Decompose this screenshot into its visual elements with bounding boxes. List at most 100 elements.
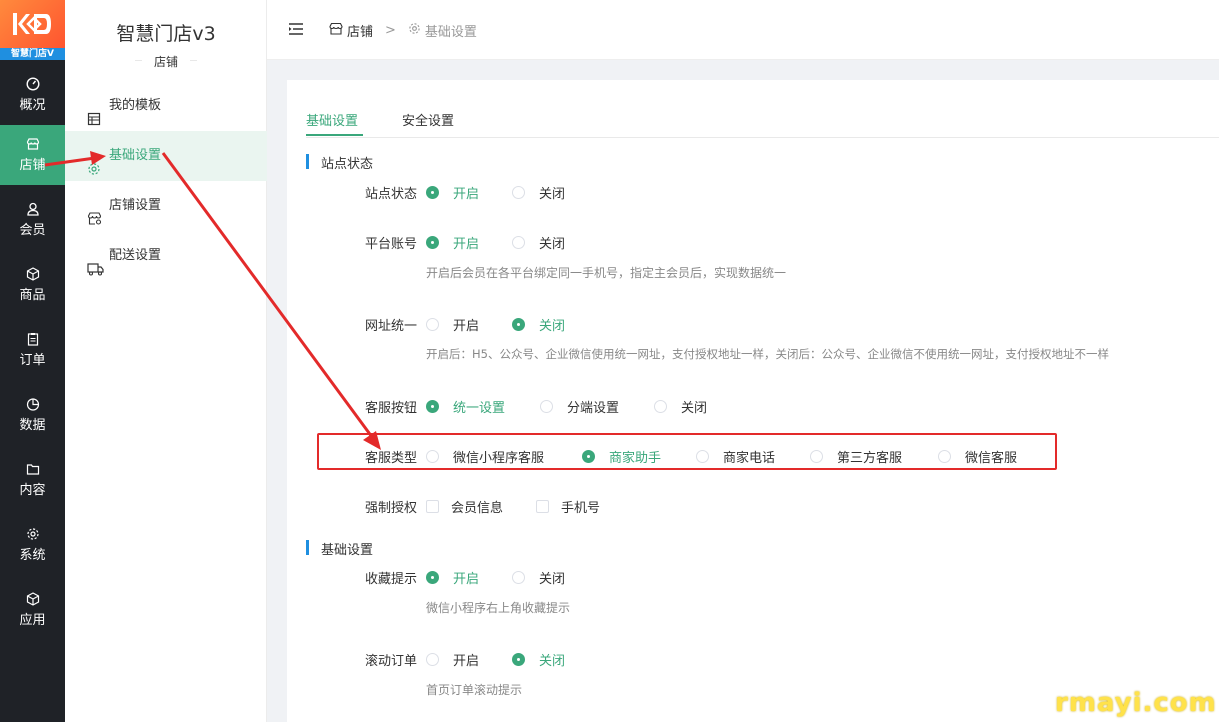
field-hint: 开启后：H5、公众号、企业微信使用统一网址，支付授权地址一样，关闭后：公众号、企…: [426, 347, 1109, 361]
sidebar-item-label: 配送设置: [109, 248, 162, 263]
nav-label: 商品: [19, 288, 46, 303]
nav-label: 内容: [19, 483, 46, 498]
radio-platform-account-off[interactable]: 关闭: [512, 233, 565, 252]
radio-dot: [512, 236, 525, 249]
checkbox-member-info[interactable]: 会员信息: [426, 497, 503, 516]
radio-cs-button-off[interactable]: 关闭: [654, 397, 707, 416]
field-label: 收藏提示: [364, 572, 417, 587]
radio-dot: [512, 186, 525, 199]
radio-label: 关闭: [539, 237, 566, 252]
clipboard-icon: [0, 332, 65, 346]
template-icon: [87, 98, 103, 126]
radio-dot: [512, 318, 525, 331]
field-label: 强制授权: [364, 501, 417, 516]
radio-label: 分端设置: [567, 401, 620, 416]
radio-label: 开启: [453, 237, 480, 252]
annotation-highlight-box: [317, 433, 1057, 470]
field-label: 平台账号: [364, 237, 417, 252]
checkbox-box: [426, 500, 439, 513]
nav-item-data[interactable]: 数据: [0, 385, 65, 445]
user-icon: [0, 202, 65, 216]
radio-label: 关闭: [539, 187, 566, 202]
checkbox-phone[interactable]: 手机号: [536, 497, 600, 516]
radio-dot: [654, 400, 667, 413]
nav-label: 系统: [19, 548, 46, 563]
nav-item-goods[interactable]: 商品: [0, 255, 65, 315]
sidebar-item-label: 基础设置: [109, 148, 162, 163]
sidebar-item-template[interactable]: 我的模板: [65, 81, 267, 131]
radio-favorite-tip-on[interactable]: 开启: [426, 568, 479, 587]
watermark: rmayi.com: [1055, 688, 1217, 718]
cube-icon: [0, 592, 65, 606]
radio-dot: [426, 318, 439, 331]
tab-basic-settings[interactable]: 基础设置: [306, 110, 358, 129]
radio-site-status-on[interactable]: 开启: [426, 183, 479, 202]
section-title-site-status: 站点状态: [306, 153, 373, 172]
sidebar-item-delivery[interactable]: 配送设置: [65, 231, 267, 281]
nav-item-apps[interactable]: 应用: [0, 580, 65, 640]
radio-dot: [426, 571, 439, 584]
nav-item-content[interactable]: 内容: [0, 450, 65, 510]
radio-label: 关闭: [681, 401, 708, 416]
radio-dot: [426, 186, 439, 199]
nav-label: 订单: [19, 353, 46, 368]
checkbox-label: 会员信息: [451, 501, 504, 516]
tabs-divider: [306, 137, 1219, 138]
radio-label: 开启: [453, 187, 480, 202]
radio-url-unify-off[interactable]: 关闭: [512, 315, 565, 334]
gear-icon: [87, 148, 103, 175]
radio-url-unify-on[interactable]: 开启: [426, 315, 479, 334]
sidebar-item-basic-settings[interactable]: 基础设置: [65, 131, 267, 181]
sidebar-item-store-settings[interactable]: 店铺设置: [65, 181, 267, 231]
radio-label: 统一设置: [453, 401, 506, 416]
radio-dot: [426, 653, 439, 666]
pie-icon: [0, 397, 65, 411]
main-nav: 智慧门店V 概况 店铺 会员 商品 订单 数据 内容 系统 应用: [0, 0, 65, 722]
nav-item-order[interactable]: 订单: [0, 320, 65, 380]
radio-label: 开启: [453, 654, 480, 669]
checkbox-box: [536, 500, 549, 513]
radio-site-status-off[interactable]: 关闭: [512, 183, 565, 202]
gear-icon: [0, 527, 65, 541]
sidebar-subtitle: 店铺: [141, 55, 190, 69]
radio-label: 关闭: [539, 319, 566, 334]
nav-label: 应用: [19, 613, 46, 628]
nav-item-member[interactable]: 会员: [0, 190, 65, 250]
nav-item-system[interactable]: 系统: [0, 515, 65, 575]
app-logo[interactable]: 智慧门店V: [0, 0, 65, 60]
nav-label: 会员: [19, 223, 46, 238]
radio-cs-button-unified[interactable]: 统一设置: [426, 397, 505, 416]
radio-favorite-tip-off[interactable]: 关闭: [512, 568, 565, 587]
field-hint: 微信小程序右上角收藏提示: [426, 601, 571, 615]
radio-platform-account-on[interactable]: 开启: [426, 233, 479, 252]
tab-security-settings[interactable]: 安全设置: [402, 110, 454, 129]
radio-scroll-order-on[interactable]: 开启: [426, 650, 479, 669]
radio-dot: [426, 236, 439, 249]
folder-icon: [0, 462, 65, 476]
nav-item-overview[interactable]: 概况: [0, 65, 65, 125]
kd-logo-icon: [12, 10, 52, 38]
breadcrumb-store[interactable]: 店铺: [347, 21, 373, 40]
logo-text: 智慧门店V: [0, 48, 65, 60]
settings-card: 基础设置 安全设置 站点状态 站点状态 开启 关闭 平台账号 开启 关闭 开启后…: [287, 80, 1219, 722]
box-icon: [0, 267, 65, 281]
radio-cs-button-separate[interactable]: 分端设置: [540, 397, 619, 416]
field-label: 滚动订单: [364, 654, 417, 669]
nav-label: 概况: [19, 98, 46, 113]
radio-label: 关闭: [539, 572, 566, 587]
radio-label: 开启: [453, 572, 480, 587]
field-hint: 首页订单滚动提示: [426, 683, 523, 697]
radio-scroll-order-off[interactable]: 关闭: [512, 650, 565, 669]
store-icon: [329, 22, 343, 39]
gear-icon: [408, 22, 421, 39]
radio-label: 关闭: [539, 654, 566, 669]
menu-toggle-icon[interactable]: [289, 23, 303, 35]
field-hint: 开启后会员在各平台绑定同一手机号，指定主会员后，实现数据统一: [426, 266, 787, 280]
radio-label: 开启: [453, 319, 480, 334]
section-title-basic: 基础设置: [306, 539, 373, 558]
checkbox-label: 手机号: [561, 501, 601, 516]
shop-settings-icon: [87, 198, 103, 225]
radio-dot: [512, 653, 525, 666]
nav-item-store[interactable]: 店铺: [0, 125, 65, 185]
top-header: 店铺 > 基础设置: [267, 0, 1219, 60]
